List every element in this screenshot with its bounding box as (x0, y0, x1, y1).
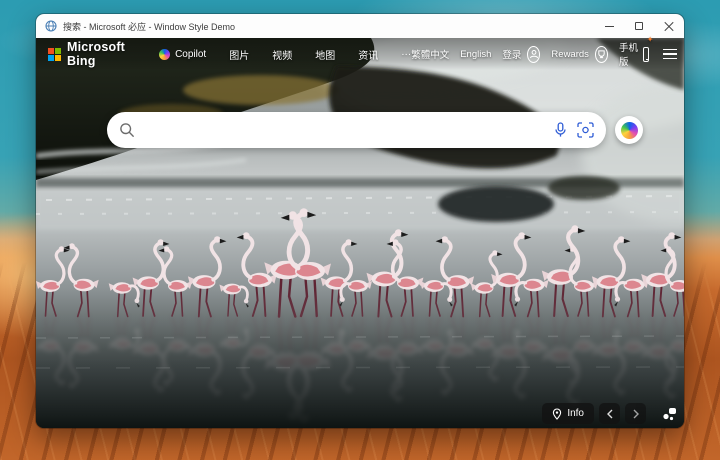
language-english[interactable]: English (460, 49, 491, 60)
search-bar[interactable] (107, 112, 606, 148)
chevron-right-icon (632, 409, 640, 419)
bing-navbar: Microsoft Bing Copilot 图片 视频 地图 资讯 ··· 繁… (36, 38, 684, 70)
nav-item-maps[interactable]: 地图 (315, 47, 335, 62)
image-info-label: Info (567, 408, 584, 419)
account-avatar[interactable] (527, 46, 540, 63)
globe-icon (45, 20, 57, 32)
maximize-icon (635, 22, 643, 30)
ms-logo-green-square (55, 48, 61, 54)
image-info-button[interactable]: Info (542, 403, 594, 424)
nav-item-copilot[interactable]: Copilot (159, 49, 206, 60)
nav-right-group: 繁體中文 English 登录 Rewards 手 (411, 40, 677, 68)
nav-item-copilot-label: Copilot (175, 49, 206, 60)
nav-item-more[interactable]: ··· (401, 49, 411, 60)
copilot-search-button[interactable] (615, 116, 643, 144)
language-traditional-chinese[interactable]: 繁體中文 (411, 47, 449, 61)
minimize-button[interactable] (594, 14, 624, 38)
nav-item-videos[interactable]: 视频 (272, 47, 292, 62)
trophy-icon (597, 50, 606, 59)
person-icon (529, 49, 539, 59)
window-title: 搜索 - Microsoft 必应 - Window Style Demo (63, 20, 235, 33)
copilot-icon (159, 49, 170, 60)
close-icon (664, 21, 674, 31)
nav-item-images[interactable]: 图片 (229, 47, 249, 62)
nav-item-news[interactable]: 资讯 (358, 47, 378, 62)
search-input[interactable] (143, 123, 553, 138)
ms-logo-red-square (48, 48, 54, 54)
location-pin-icon (552, 408, 562, 420)
close-button[interactable] (654, 14, 684, 38)
rewards-link[interactable]: Rewards (551, 49, 589, 60)
hamburger-bar (663, 49, 677, 51)
ms-logo-yellow-square (55, 55, 61, 61)
hero-image (36, 38, 684, 428)
phone-notification-badge: ✦ (647, 36, 654, 44)
microphone-icon[interactable] (553, 122, 568, 138)
rewards-badge-icon[interactable] (595, 46, 608, 63)
search-row (107, 112, 643, 148)
phone-icon (643, 47, 650, 62)
magnifier-icon (119, 122, 135, 138)
hamburger-menu-button[interactable] (663, 49, 677, 60)
mobile-version-link[interactable]: 手机版 ✦ (619, 40, 649, 68)
minimize-icon (605, 26, 614, 27)
microsoft-logo-icon[interactable] (48, 48, 61, 61)
feedback-icon[interactable] (662, 407, 677, 421)
previous-image-button[interactable] (599, 403, 620, 424)
hamburger-bar (663, 58, 677, 60)
hamburger-bar (663, 53, 677, 55)
search-pill-icons (553, 122, 594, 138)
next-image-button[interactable] (625, 403, 646, 424)
sign-in-link[interactable]: 登录 (502, 47, 521, 61)
page-content: Microsoft Bing Copilot 图片 视频 地图 资讯 ··· 繁… (36, 38, 684, 428)
hero-controls: Info (542, 403, 646, 424)
window-titlebar[interactable]: 搜索 - Microsoft 必应 - Window Style Demo (36, 14, 684, 38)
ms-logo-blue-square (48, 55, 54, 61)
mobile-version-label: 手机版 (619, 40, 639, 68)
copilot-icon (621, 122, 638, 139)
app-window: 搜索 - Microsoft 必应 - Window Style Demo (36, 14, 684, 428)
chevron-left-icon (606, 409, 614, 419)
bing-brand[interactable]: Microsoft Bing (67, 40, 125, 68)
nav-links: Copilot 图片 视频 地图 资讯 ··· (159, 47, 411, 62)
visual-search-icon[interactable] (577, 122, 594, 138)
